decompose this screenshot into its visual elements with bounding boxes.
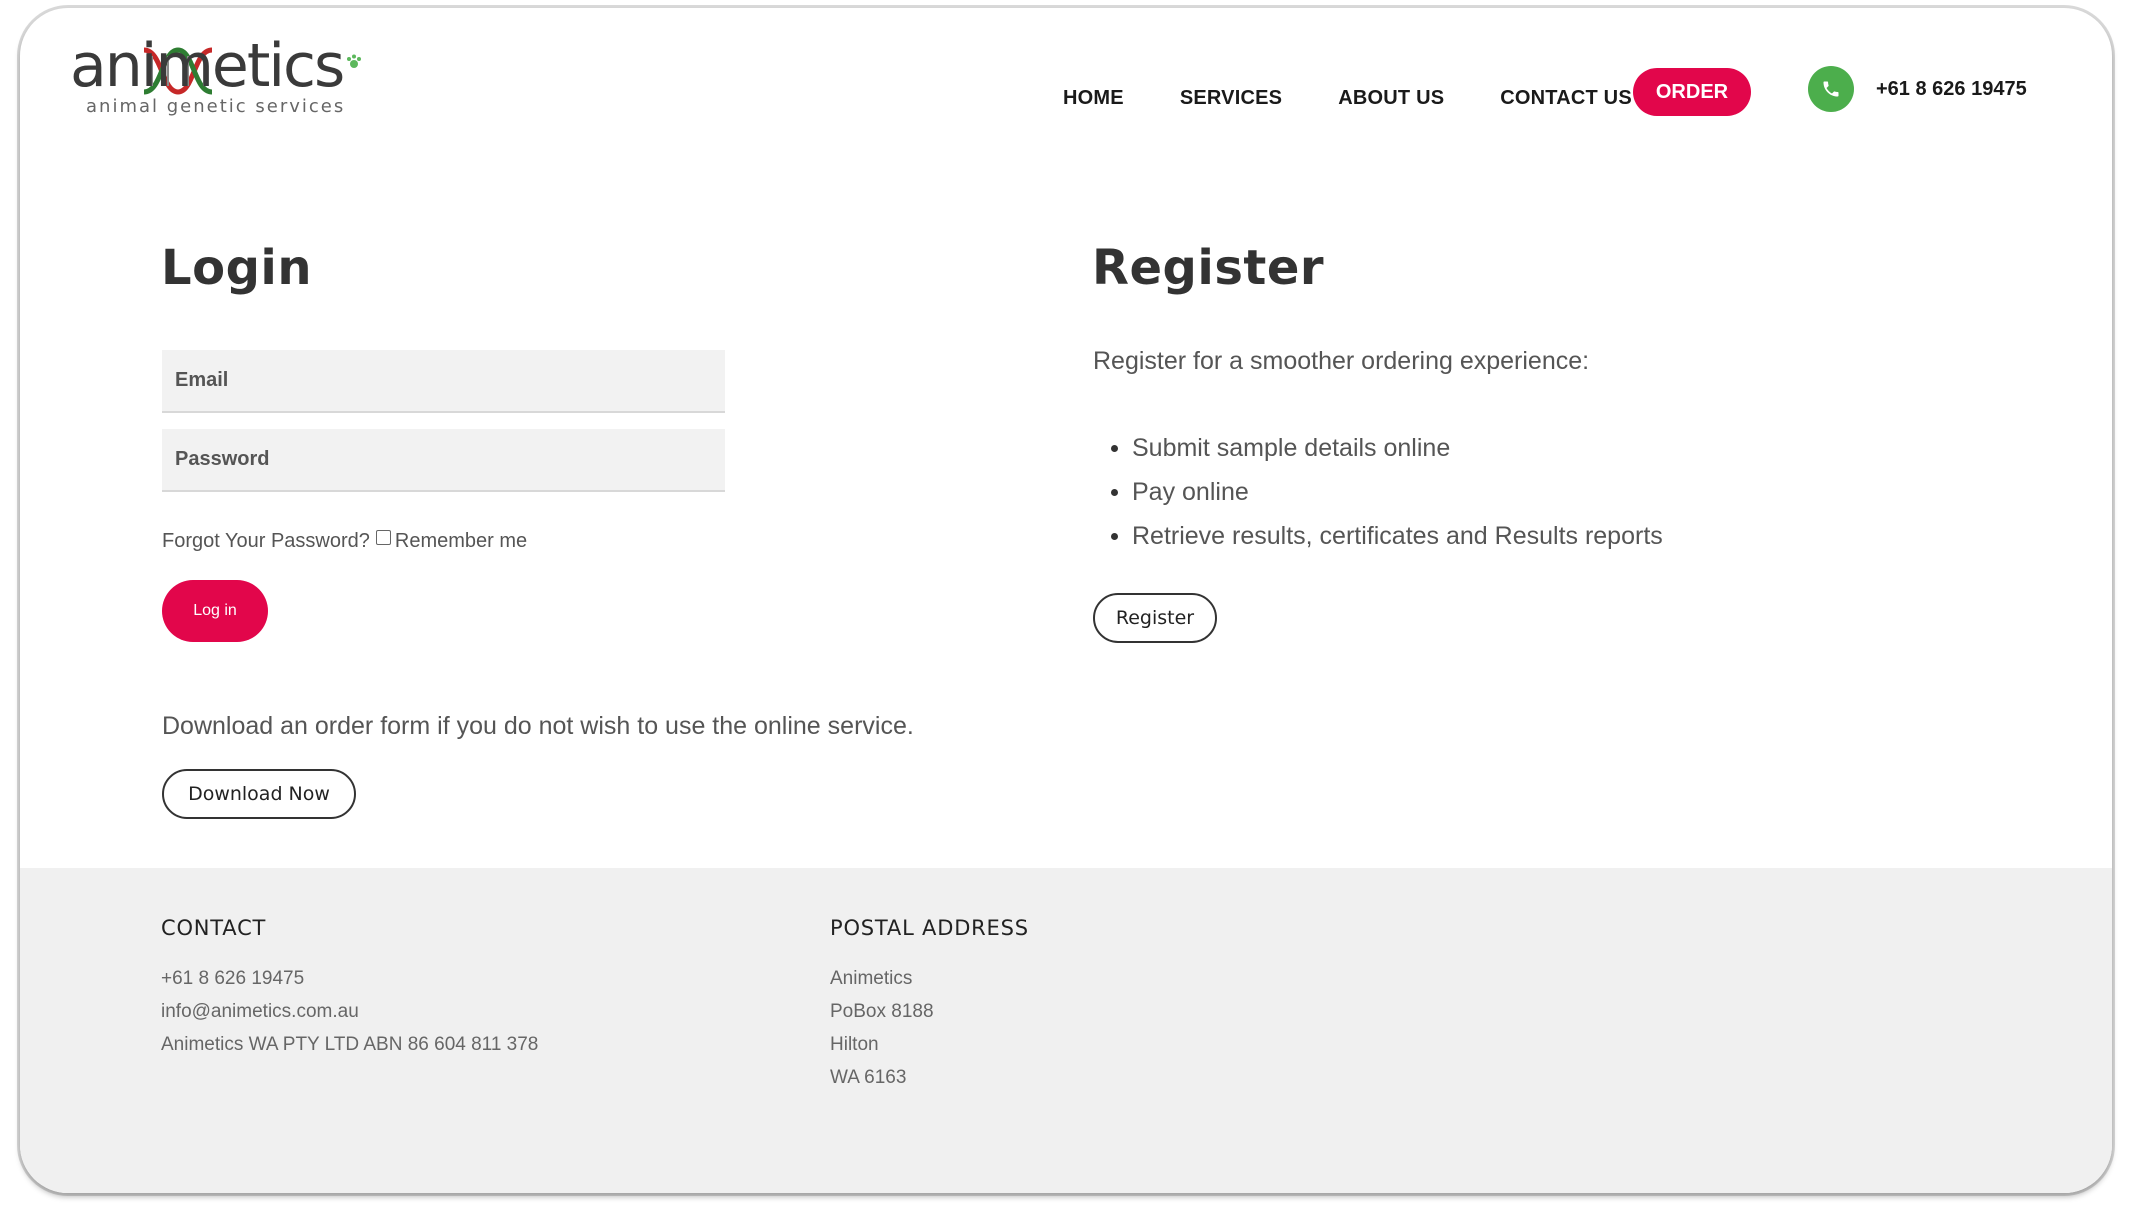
nav-home[interactable]: HOME [1063,87,1124,110]
login-options-row: Forgot Your Password? Remember me [162,530,527,553]
main-nav: HOME SERVICES ABOUT US CONTACT US [1063,74,1688,122]
download-order-form-text: Download an order form if you do not wis… [162,712,914,740]
footer-company-abn: Animetics WA PTY LTD ABN 86 604 811 378 [161,1034,539,1055]
login-button[interactable]: Log in [162,580,268,642]
browser-frame: animetics animal genetic services HOME S… [20,8,2112,1193]
remember-me-checkbox[interactable] [375,530,391,545]
paw-icon [347,54,361,68]
register-description: Register for a smoother ordering experie… [1093,347,1590,375]
register-button[interactable]: Register [1093,593,1217,643]
postal-line: Hilton [830,1034,879,1055]
postal-line: Animetics [830,968,913,989]
site-logo[interactable]: animetics animal genetic services [70,31,361,122]
list-item: Pay online [1093,470,1663,514]
footer-contact-heading: CONTACT [161,916,267,940]
footer-postal-heading: POSTAL ADDRESS [830,916,1029,940]
postal-line: WA 6163 [830,1067,907,1088]
phone-icon[interactable] [1808,66,1854,112]
register-benefits-list: Submit sample details online Pay online … [1093,426,1663,558]
list-item: Retrieve results, certificates and Resul… [1093,514,1663,558]
logo-tagline: animal genetic services [86,96,346,117]
nav-about-us[interactable]: ABOUT US [1338,87,1444,110]
nav-contact-us[interactable]: CONTACT US [1500,87,1632,110]
remember-me-label[interactable]: Remember me [395,530,527,553]
nav-services[interactable]: SERVICES [1180,87,1282,110]
footer-contact: CONTACT +61 8 626 19475 info@animetics.c… [161,916,538,1061]
logo-wordmark: animetics [70,31,345,101]
postal-line: PoBox 8188 [830,1001,934,1022]
register-title: Register [1092,240,1325,296]
login-title: Login [161,240,313,296]
password-field[interactable] [162,429,725,492]
download-now-button[interactable]: Download Now [162,769,356,819]
email-field[interactable] [162,350,725,413]
forgot-password-link[interactable]: Forgot Your Password? [162,530,370,553]
site-footer: CONTACT +61 8 626 19475 info@animetics.c… [20,868,2112,1193]
header-phone-number[interactable]: +61 8 626 19475 [1876,78,2027,101]
list-item: Submit sample details online [1093,426,1663,470]
footer-postal-address: POSTAL ADDRESS Animetics PoBox 8188 Hilt… [830,916,1029,1094]
footer-email[interactable]: info@animetics.com.au [161,995,538,1028]
order-button[interactable]: ORDER [1633,68,1751,116]
footer-phone[interactable]: +61 8 626 19475 [161,962,538,995]
